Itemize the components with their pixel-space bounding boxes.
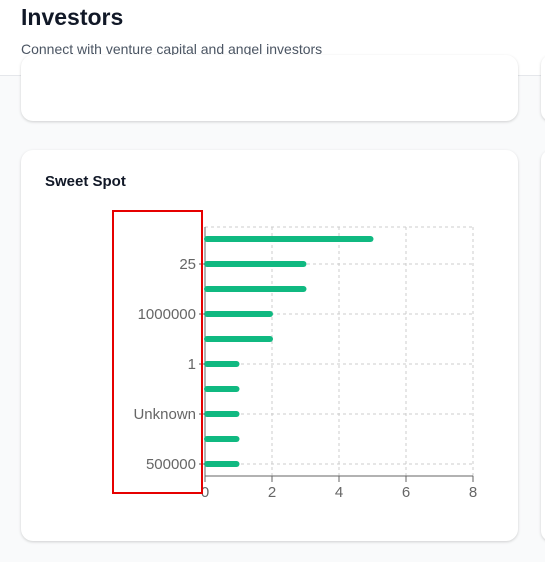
highlight-box (112, 210, 203, 494)
x-tick-label: 8 (469, 484, 477, 501)
x-tick-label: 6 (402, 484, 410, 501)
x-tick-label: 4 (335, 484, 343, 501)
sweet-spot-chart: 2510000001Unknown5000000 2 4 6 8 (133, 226, 477, 501)
x-tick-label: 2 (268, 484, 276, 501)
